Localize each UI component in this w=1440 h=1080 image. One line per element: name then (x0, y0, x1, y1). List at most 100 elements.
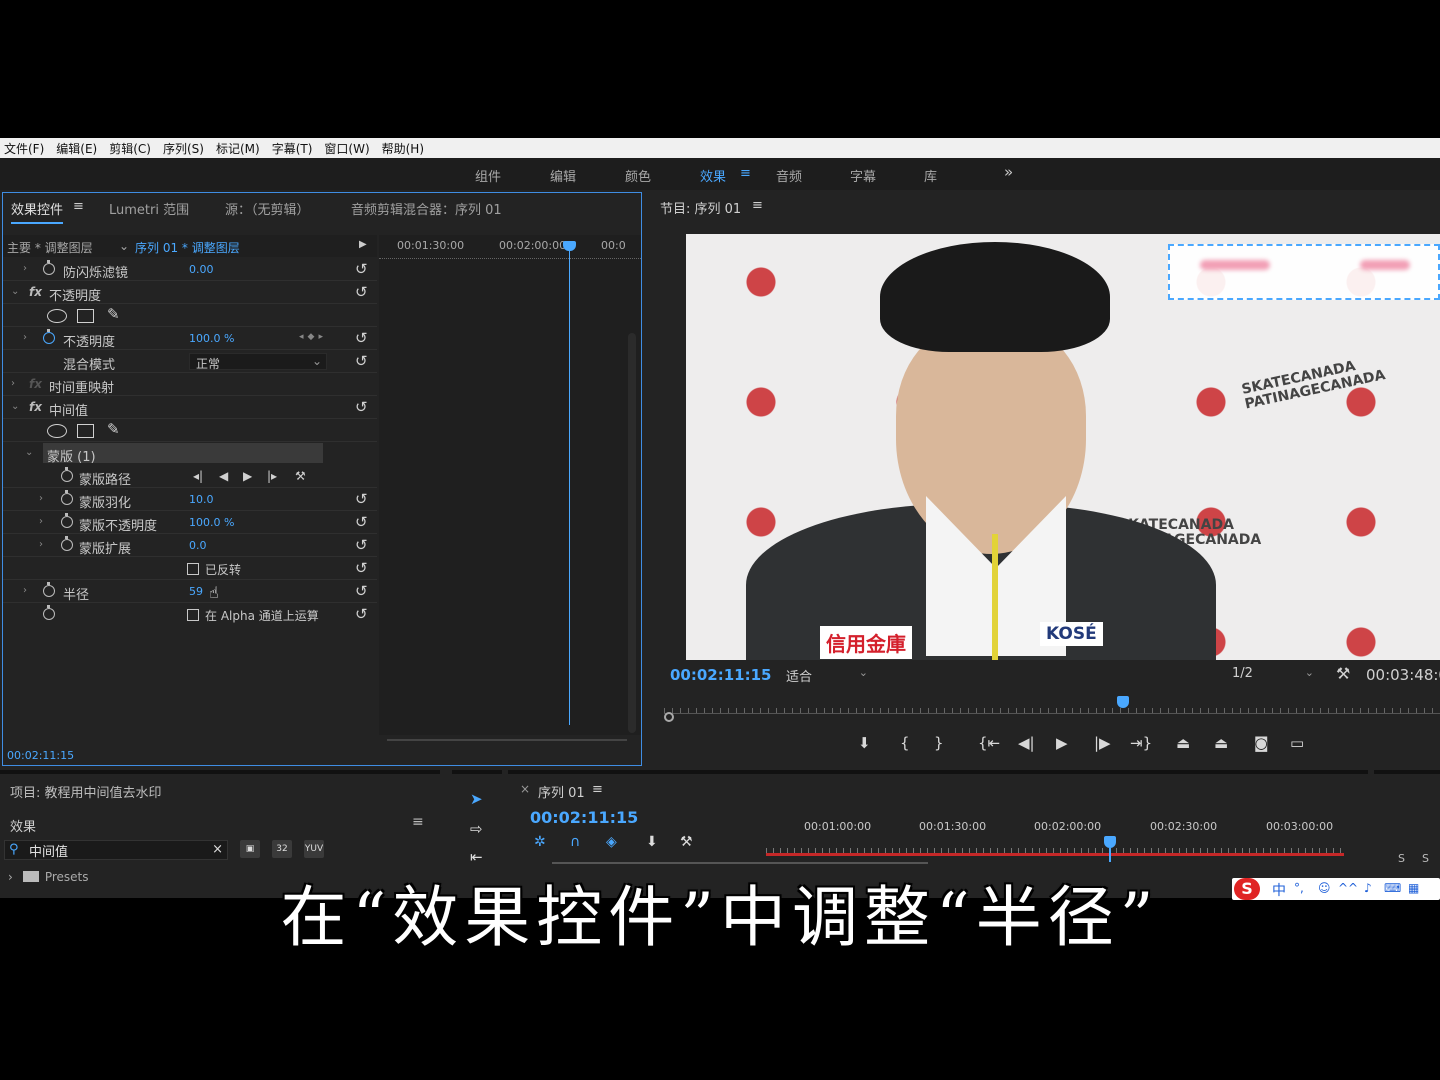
panel-menu-icon[interactable]: ≡ (752, 198, 763, 213)
resolution-select[interactable]: 1/2 ⌄ (1232, 666, 1318, 684)
rectangle-mask-icon[interactable] (77, 424, 94, 438)
workspace-titles[interactable]: 字幕 (850, 166, 876, 185)
track-forward-icon[interactable]: |▸ (267, 469, 277, 483)
snap-icon[interactable]: ∩ (570, 834, 580, 850)
menu-edit[interactable]: 编辑(E) (52, 140, 105, 157)
menu-marker[interactable]: 标记(M) (212, 140, 268, 157)
blend-mode-select[interactable]: 正常 ⌄ (189, 353, 327, 371)
chevron-right-icon[interactable]: › (23, 263, 27, 274)
reset-icon[interactable]: ↺ (355, 260, 368, 278)
rectangle-mask-icon[interactable] (77, 309, 94, 323)
reset-icon[interactable]: ↺ (355, 513, 368, 531)
workspace-menu-icon[interactable]: ≡ (740, 166, 751, 181)
yuv-effects-button[interactable]: YUV (304, 840, 324, 858)
step-forward-icon[interactable]: |▶ (1094, 734, 1111, 752)
close-icon[interactable]: × (212, 842, 223, 857)
playhead-handle[interactable] (1117, 696, 1129, 708)
stopwatch-icon[interactable] (43, 260, 55, 275)
reset-icon[interactable]: ↺ (355, 352, 368, 370)
program-monitor-title[interactable]: 节目: 序列 01 (660, 198, 741, 217)
extract-icon[interactable]: ⏏ (1214, 734, 1228, 752)
workspace-libraries[interactable]: 库 (924, 166, 937, 185)
tab-source[interactable]: 源：（无剪辑） (225, 199, 310, 218)
stopwatch-icon[interactable] (43, 582, 55, 597)
alpha-checkbox[interactable] (187, 609, 199, 621)
keyframe-navigator-icon[interactable]: ◂◆▸ (299, 332, 327, 342)
workspace-color[interactable]: 颜色 (625, 166, 651, 185)
lift-icon[interactable]: ⏏ (1176, 734, 1190, 752)
reset-icon[interactable]: ↺ (355, 329, 368, 347)
mask-opacity-value[interactable]: 100.0 % (189, 516, 234, 529)
fx-icon[interactable]: fx (29, 377, 42, 391)
mask-label[interactable]: 蒙版 (1) (47, 446, 96, 465)
inverted-checkbox[interactable] (187, 563, 199, 575)
go-to-in-icon[interactable]: {⇤ (978, 734, 1000, 752)
panel-menu-icon[interactable]: ≡ (592, 782, 603, 797)
panel-menu-icon[interactable]: ≡ (412, 814, 424, 830)
track-select-tool-icon[interactable]: ⇨ (470, 820, 483, 838)
tab-effects[interactable]: 效果 (10, 816, 36, 835)
wrench-icon[interactable]: ⚒ (680, 834, 693, 850)
chevron-right-icon[interactable]: › (23, 585, 27, 596)
mask-expansion-value[interactable]: 0.0 (189, 539, 207, 552)
opacity-value[interactable]: 100.0 % (189, 332, 234, 345)
anti-flicker-value[interactable]: 0.00 (189, 263, 214, 276)
chevron-down-icon[interactable]: ⌄ (119, 239, 129, 253)
camera-icon[interactable]: ◙ (1254, 734, 1269, 752)
sequence-clip-label[interactable]: 序列 01 * 调整图层 (135, 239, 240, 256)
stopwatch-icon[interactable] (61, 490, 73, 505)
wrench-icon[interactable]: ⚒ (295, 469, 306, 483)
fx-icon[interactable]: fx (29, 285, 42, 299)
chevron-down-icon[interactable]: ⌄ (11, 401, 19, 412)
stopwatch-icon[interactable] (61, 536, 73, 551)
chevron-right-icon[interactable]: › (39, 516, 43, 527)
accelerated-effects-icon[interactable]: ▣ (240, 840, 260, 858)
time-ruler[interactable] (379, 253, 641, 259)
menu-window[interactable]: 窗口(W) (320, 140, 377, 157)
playhead-timecode[interactable]: 00:02:11:15 (670, 666, 772, 684)
playhead-handle[interactable] (1104, 836, 1116, 848)
nest-icon[interactable]: ✲ (534, 834, 546, 850)
program-video-frame[interactable]: SKATECANADA PATINAGECANADA SKATECANADA P… (686, 234, 1440, 660)
workspace-effects[interactable]: 效果 (700, 166, 726, 185)
stopwatch-icon[interactable] (61, 467, 73, 482)
effect-controls-timeline[interactable]: 00:01:30:00 00:02:00:00 00:0 (379, 235, 641, 735)
search-input[interactable] (29, 842, 209, 858)
chevron-right-icon[interactable]: › (11, 378, 15, 389)
chevron-right-icon[interactable]: › (39, 539, 43, 550)
tab-lumetri-scopes[interactable]: Lumetri 范围 (109, 199, 189, 218)
step-back-icon[interactable]: ◀| (1018, 734, 1035, 752)
compare-view-icon[interactable]: ▭ (1290, 734, 1304, 752)
ellipse-mask-icon[interactable] (47, 309, 67, 323)
close-icon[interactable]: × (520, 782, 530, 796)
reset-icon[interactable]: ↺ (355, 605, 368, 623)
32bit-effects-button[interactable]: 32 (272, 840, 292, 858)
menu-help[interactable]: 帮助(H) (378, 140, 432, 157)
timeline-ruler[interactable] (766, 848, 1344, 856)
project-title[interactable]: 项目: 教程用中间值去水印 (10, 782, 162, 801)
reset-icon[interactable]: ↺ (355, 559, 368, 577)
reset-icon[interactable]: ↺ (355, 398, 368, 416)
add-marker-icon[interactable]: ⬇ (646, 834, 658, 850)
stopwatch-icon[interactable] (61, 513, 73, 528)
horizontal-scrollbar[interactable] (387, 739, 627, 741)
reset-icon[interactable]: ↺ (355, 582, 368, 600)
tab-effect-controls[interactable]: 效果控件 (11, 199, 64, 224)
chevron-right-icon[interactable]: › (39, 493, 43, 504)
stopwatch-icon[interactable] (43, 605, 55, 620)
mark-out-icon[interactable]: } (934, 734, 944, 752)
mark-in-icon[interactable]: { (900, 734, 910, 752)
menu-title[interactable]: 字幕(T) (268, 140, 321, 157)
play-only-icon[interactable]: ▶ (359, 239, 367, 250)
reset-icon[interactable]: ↺ (355, 536, 368, 554)
wrench-icon[interactable]: ⚒ (1336, 664, 1350, 683)
menu-clip[interactable]: 剪辑(C) (105, 140, 159, 157)
pen-mask-icon[interactable]: ✎ (107, 420, 120, 438)
reset-icon[interactable]: ↺ (355, 490, 368, 508)
tab-audio-clip-mixer[interactable]: 音频剪辑混合器：序列 01 (351, 199, 502, 218)
fx-icon[interactable]: fx (29, 400, 42, 414)
zoom-scroll-handle[interactable] (664, 712, 674, 722)
workspace-assembly[interactable]: 组件 (475, 166, 501, 185)
chevron-down-icon[interactable]: ⌄ (11, 286, 19, 297)
linked-selection-icon[interactable]: ◈ (606, 834, 617, 850)
